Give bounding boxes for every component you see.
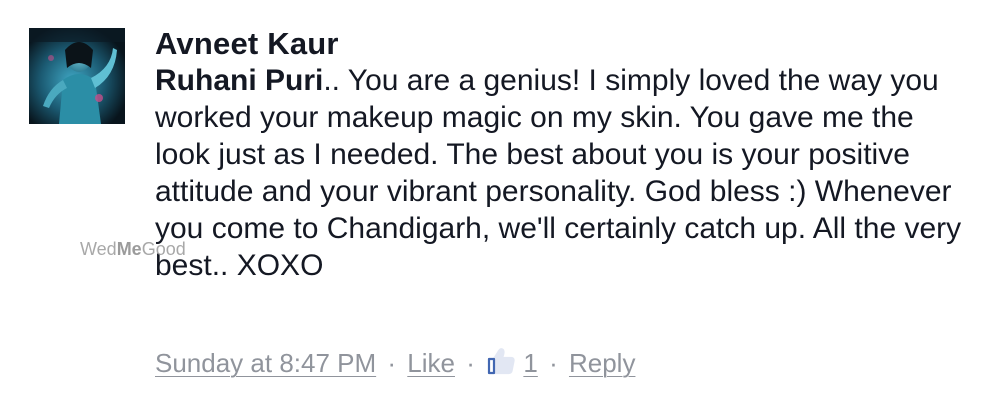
profile-photo	[29, 28, 125, 124]
like-button[interactable]: Like	[407, 348, 455, 378]
comment-mention[interactable]: Ruhani Puri	[155, 64, 323, 97]
watermark-part-1: Wed	[80, 239, 117, 259]
timestamp-link[interactable]: Sunday at 8:47 PM	[155, 348, 376, 378]
watermark: WedMeGood	[80, 238, 186, 260]
comment: Avneet Kaur Ruhani Puri.. You are a geni…	[155, 26, 985, 284]
watermark-part-2: Me	[116, 239, 142, 259]
separator: ·	[466, 348, 475, 378]
comment-actions: Sunday at 8:47 PM · Like · 1 · Reply	[155, 346, 635, 380]
watermark-part-3: Good	[141, 239, 186, 259]
like-count[interactable]: 1	[523, 348, 537, 378]
thumbs-up-icon[interactable]	[486, 346, 516, 376]
separator: ·	[549, 348, 558, 378]
comment-author[interactable]: Avneet Kaur	[155, 26, 985, 62]
avatar[interactable]	[29, 28, 125, 124]
comment-body: Ruhani Puri.. You are a genius! I simply…	[155, 62, 975, 284]
separator: ·	[387, 348, 397, 378]
reply-button[interactable]: Reply	[569, 348, 635, 378]
